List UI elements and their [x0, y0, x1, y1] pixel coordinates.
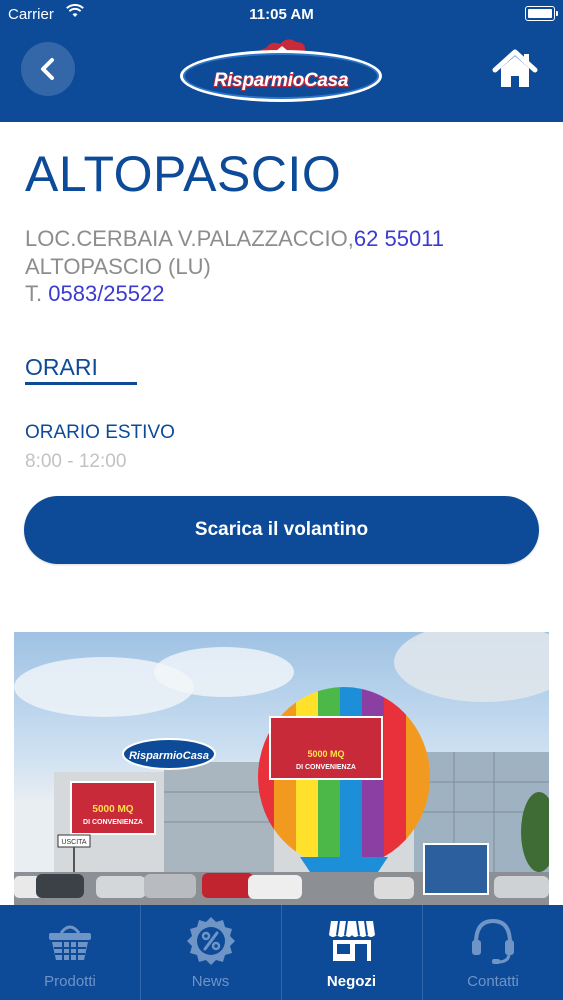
banner-line-2: DI CONVENIENZA: [83, 819, 143, 826]
status-bar: Carrier 11:05 AM: [0, 0, 563, 30]
exit-sign-text: USCITA: [61, 839, 86, 846]
tab-prodotti[interactable]: Prodotti: [0, 905, 140, 1000]
headset-icon: [472, 918, 514, 964]
battery-icon: [525, 6, 558, 21]
phone-prefix: T.: [25, 281, 43, 306]
schedule-heading-underline: [25, 382, 137, 385]
percent-badge-icon: [187, 917, 235, 965]
balloon-banner-text: 5000 MQ: [307, 749, 344, 759]
app-header: Carrier 11:05 AM RisparmioCasa: [0, 0, 563, 122]
tab-contatti-label: Contatti: [467, 973, 519, 990]
basket-icon: [49, 925, 91, 960]
brand-logo: RisparmioCasa: [180, 36, 382, 106]
status-time: 11:05 AM: [249, 6, 314, 23]
tab-news[interactable]: News: [140, 905, 280, 1000]
store-city: ALTOPASCIO (LU): [25, 254, 211, 279]
tab-prodotti-label: Prodotti: [44, 973, 96, 990]
home-icon: [492, 49, 538, 87]
store-photo: RisparmioCasa 5000 MQ DI CONVENIENZA USC…: [14, 632, 549, 907]
schedule-season-label: ORARIO ESTIVO: [25, 422, 175, 443]
back-button[interactable]: [21, 42, 75, 96]
schedule-heading: ORARI: [25, 354, 98, 380]
tab-negozi[interactable]: Negozi: [281, 905, 421, 1000]
schedule-hours: 8:00 - 12:00: [25, 451, 127, 472]
download-flyer-button[interactable]: Scarica il volantino: [24, 496, 539, 564]
tab-news-label: News: [191, 973, 230, 990]
balloon-banner-sub: DI CONVENIENZA: [296, 764, 356, 771]
tab-negozi-label: Negozi: [326, 973, 377, 990]
home-button[interactable]: [492, 48, 538, 90]
store-title: ALTOPASCIO: [25, 146, 342, 202]
tab-contatti[interactable]: Contatti: [422, 905, 563, 1000]
address-link[interactable]: 62 55011: [354, 226, 444, 251]
tab-bar: Prodotti News Negozi Contatti: [0, 905, 563, 1000]
store-address: LOC.CERBAIA V.PALAZZACCIO,62 55011: [25, 226, 444, 252]
store-phone-row: T. 0583/25522: [25, 281, 164, 307]
roof-sign-text: RisparmioCasa: [129, 750, 209, 762]
chevron-left-icon: [41, 58, 54, 80]
address-street: LOC.CERBAIA V.PALAZZACCIO,: [25, 226, 354, 251]
phone-link[interactable]: 0583/25522: [48, 281, 164, 306]
logo-text: RisparmioCasa: [213, 70, 349, 91]
banner-line-1: 5000 MQ: [92, 804, 133, 815]
store-icon: [329, 920, 375, 961]
store-photo-illustration: RisparmioCasa 5000 MQ DI CONVENIENZA USC…: [14, 632, 549, 907]
